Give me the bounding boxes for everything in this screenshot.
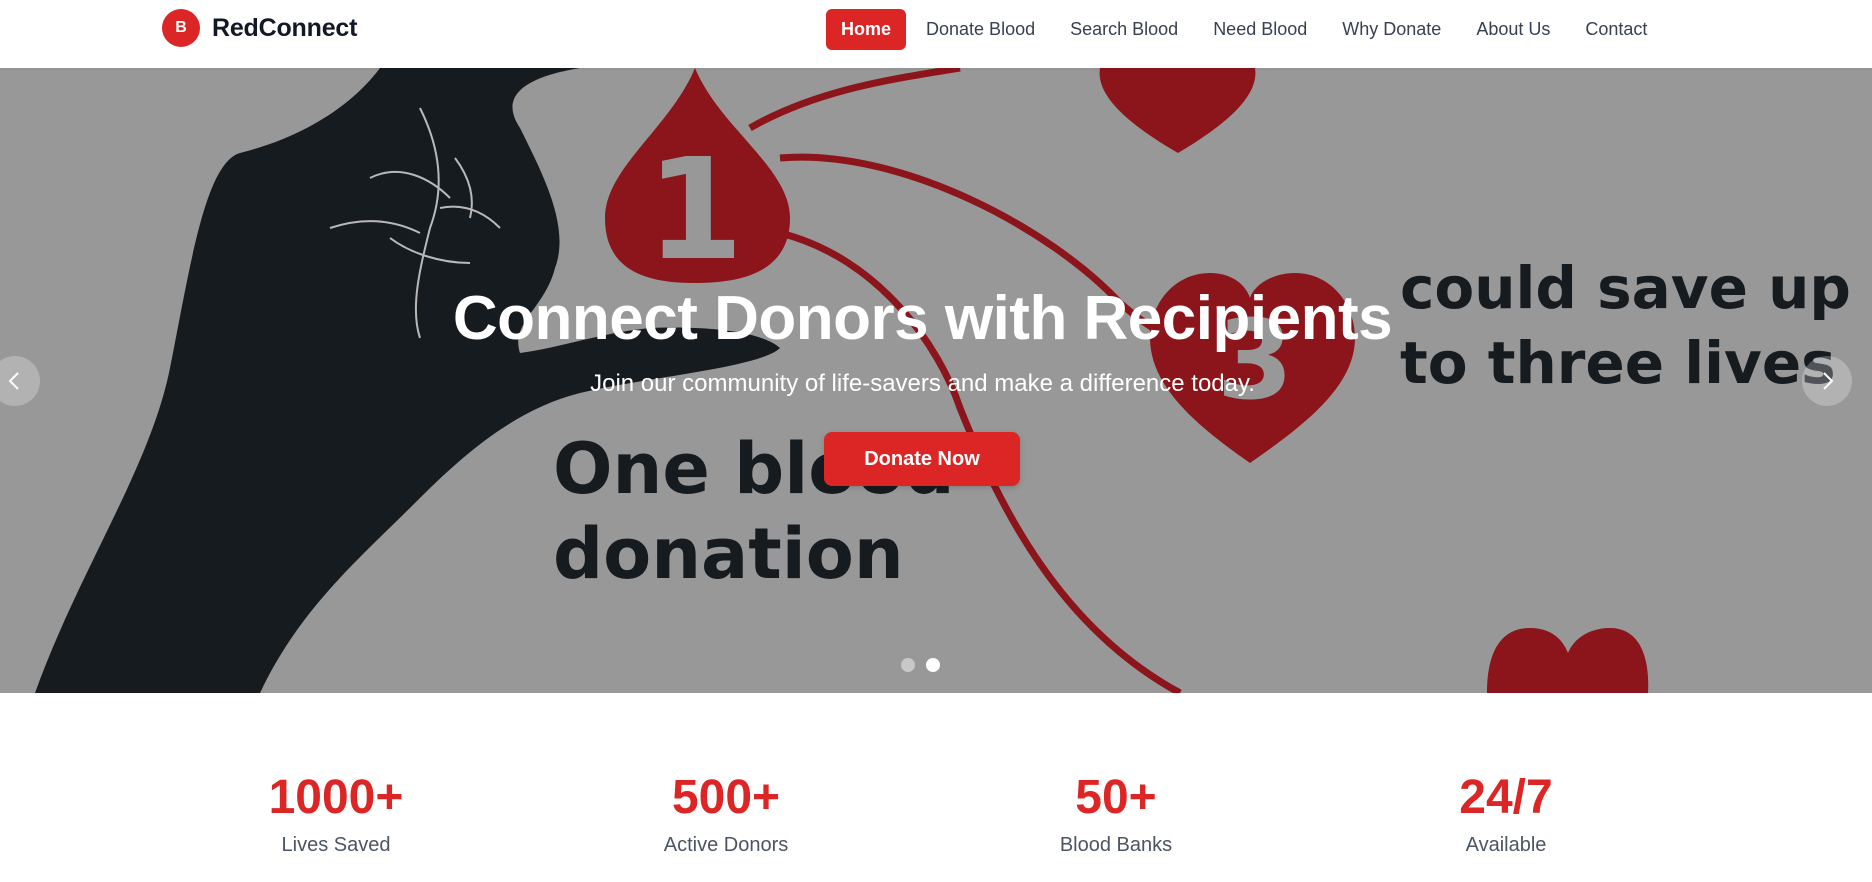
nav-item-about-us[interactable]: About Us [1461,9,1565,50]
stat-value: 50+ [1075,771,1157,824]
nav-item-why-donate[interactable]: Why Donate [1327,9,1456,50]
nav-item-search-blood[interactable]: Search Blood [1055,9,1193,50]
top-navbar: B RedConnect Home Donate Blood Search Bl… [0,0,1872,68]
nav-item-donate-blood[interactable]: Donate Blood [911,9,1050,50]
nav-item-home[interactable]: Home [826,8,907,50]
stat-label: Active Donors [663,834,789,856]
chevron-left-icon [8,372,19,390]
stat-label: Available [1465,834,1547,856]
stat-blood-banks: 50+ Blood Banks [966,770,1266,857]
donate-now-button[interactable]: Donate Now [824,432,1020,486]
slide-text-left-2: donation [553,513,904,595]
hero-subtitle: Join our community of life-savers and ma… [590,370,1255,397]
carousel-dot-2[interactable] [926,658,940,672]
stat-value: 500+ [671,771,781,824]
stat-available: 24/7 Available [1356,770,1656,857]
drop-number: 1 [646,129,743,292]
brand-name: RedConnect [212,13,358,42]
stat-value: 24/7 [1459,771,1553,824]
chevron-right-icon [1823,372,1834,390]
carousel-next-button[interactable] [1802,356,1852,406]
stat-label: Blood Banks [1059,834,1173,856]
hero-carousel: 1 3 One blood donation could save up to … [0,68,1872,693]
brand-logo-link[interactable]: B RedConnect [162,9,357,47]
nav-item-contact[interactable]: Contact [1570,9,1662,50]
stat-label: Lives Saved [281,834,391,856]
brand-badge: B [162,9,200,47]
stat-value: 1000+ [268,771,404,824]
stat-active-donors: 500+ Active Donors [576,770,876,857]
nav-item-need-blood[interactable]: Need Blood [1198,9,1322,50]
carousel-dot-1[interactable] [901,658,915,672]
hero-title: Connect Donors with Recipients [452,284,1393,353]
carousel-indicators [901,658,951,672]
nav-links: Home Donate Blood Search Blood Need Bloo… [826,7,1667,51]
stat-lives-saved: 1000+ Lives Saved [186,770,486,857]
